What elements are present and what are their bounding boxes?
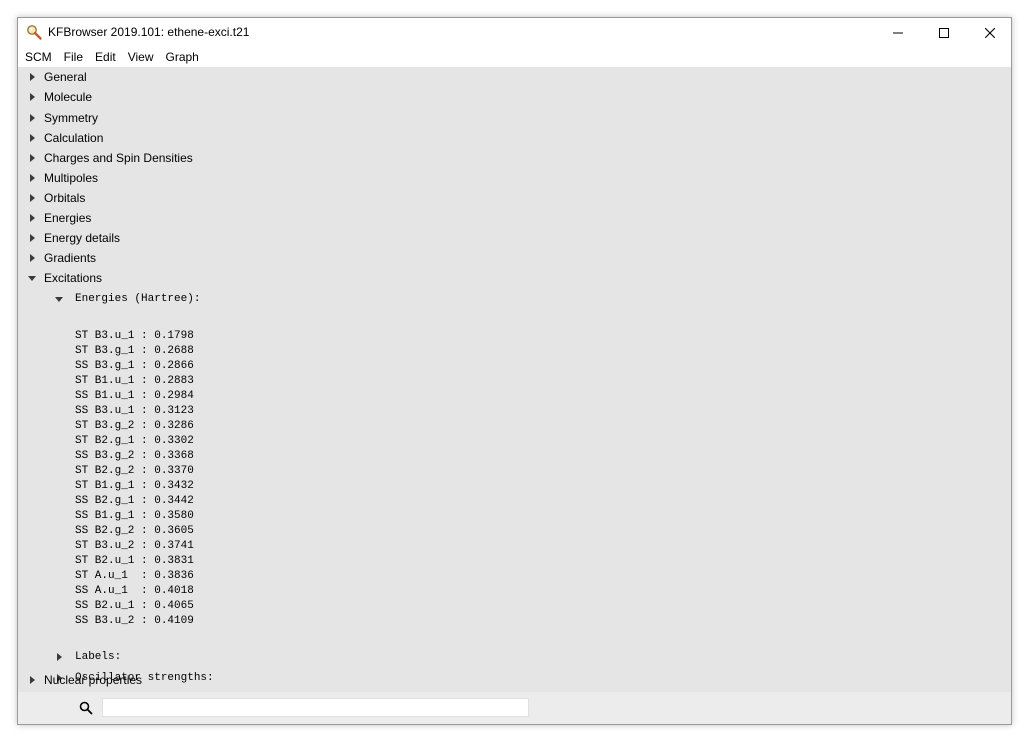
energy-line: SS B3.g_1 : 0.2866 — [75, 360, 194, 372]
tree-item-label: Multipoles — [44, 171, 99, 185]
menu-view[interactable]: View — [122, 47, 160, 67]
tree-item-gradients[interactable]: Gradients — [27, 248, 96, 268]
energy-line: ST B3.g_2 : 0.3286 — [75, 420, 194, 432]
tree-item-molecule[interactable]: Molecule — [27, 87, 92, 107]
energy-line: SS B3.u_2 : 0.4109 — [75, 615, 194, 627]
tree-item-orbitals[interactable]: Orbitals — [27, 188, 85, 208]
tree-item-charges-spin[interactable]: Charges and Spin Densities — [27, 148, 193, 168]
energy-line: SS A.u_1 : 0.4018 — [75, 585, 194, 597]
energy-line: SS B1.g_1 : 0.3580 — [75, 510, 194, 522]
energy-line: ST B1.u_1 : 0.2883 — [75, 375, 194, 387]
tree-item-label: Orbitals — [44, 191, 86, 205]
expand-arrow-icon[interactable] — [27, 173, 37, 183]
window-title: KFBrowser 2019.101: ethene-exci.t21 — [48, 25, 250, 39]
tree-item-general[interactable]: General — [27, 67, 87, 87]
tree-item-symmetry[interactable]: Symmetry — [27, 108, 98, 128]
maximize-button[interactable] — [921, 18, 967, 47]
expand-arrow-icon[interactable] — [27, 675, 37, 685]
menu-scm[interactable]: SCM — [18, 47, 58, 67]
tree-item-label: Symmetry — [44, 111, 98, 125]
expand-arrow-icon[interactable] — [27, 193, 37, 203]
tree-item-label: Molecule — [44, 90, 93, 104]
tree-item-label: General — [44, 70, 87, 84]
tree-item-label: Calculation — [44, 131, 104, 145]
menu-graph[interactable]: Graph — [160, 47, 205, 67]
minimize-icon — [893, 32, 903, 33]
tree-subitem-label: Labels: — [75, 651, 122, 663]
search-input[interactable] — [102, 698, 529, 717]
expand-arrow-icon[interactable] — [27, 72, 37, 82]
expand-arrow-icon[interactable] — [27, 153, 37, 163]
menu-file[interactable]: File — [58, 47, 89, 67]
expand-arrow-icon[interactable] — [27, 213, 37, 223]
tree-item-multipoles[interactable]: Multipoles — [27, 168, 98, 188]
expand-arrow-icon[interactable] — [27, 92, 37, 102]
energy-line: SS B3.u_1 : 0.3123 — [75, 405, 194, 417]
collapse-arrow-icon[interactable] — [54, 294, 64, 304]
maximize-icon — [939, 27, 949, 38]
tree-item-label: Excitations — [44, 271, 103, 285]
minimize-button[interactable] — [875, 18, 921, 47]
tree-subitem-label: Energies (Hartree): — [75, 293, 201, 305]
search-bar — [18, 692, 1011, 724]
close-button[interactable] — [967, 18, 1013, 47]
energy-line: ST B3.g_1 : 0.2688 — [75, 345, 194, 357]
energy-line: SS B1.u_1 : 0.2984 — [75, 390, 194, 402]
app-magnifier-icon — [26, 24, 42, 40]
expand-arrow-icon[interactable] — [54, 652, 64, 662]
tree-item-label: Charges and Spin Densities — [44, 151, 193, 165]
tree-item-energies[interactable]: Energies — [27, 208, 91, 228]
close-icon — [985, 27, 995, 38]
search-icon — [79, 701, 93, 715]
app-window: KFBrowser 2019.101: ethene-exci.t21 SCM … — [17, 17, 1012, 725]
energy-line: SS B2.u_1 : 0.4065 — [75, 600, 194, 612]
tree-view: General Molecule Symmetry Calculation Ch… — [18, 67, 1011, 692]
tree-item-label: Gradients — [44, 251, 97, 265]
tree-item-label: Nuclear properties — [44, 673, 143, 687]
tree-item-label: Energy details — [44, 231, 121, 245]
energy-line: ST B1.g_1 : 0.3432 — [75, 480, 194, 492]
energy-line: ST B3.u_1 : 0.1798 — [75, 330, 194, 342]
expand-arrow-icon[interactable] — [27, 133, 37, 143]
expand-arrow-icon[interactable] — [27, 113, 37, 123]
tree-subitem-energies-hartree[interactable]: Energies (Hartree): — [54, 289, 200, 309]
energy-line: ST A.u_1 : 0.3836 — [75, 570, 194, 582]
tree-item-calculation[interactable]: Calculation — [27, 128, 103, 148]
tree-item-energy-details[interactable]: Energy details — [27, 228, 120, 248]
tree-item-nuclear-properties[interactable]: Nuclear properties — [27, 670, 142, 690]
menu-edit[interactable]: Edit — [89, 47, 122, 67]
energy-line: ST B2.g_1 : 0.3302 — [75, 435, 194, 447]
energy-line: ST B3.u_2 : 0.3741 — [75, 540, 194, 552]
expand-arrow-icon[interactable] — [27, 253, 37, 263]
expand-arrow-icon[interactable] — [27, 233, 37, 243]
energy-line: SS B3.g_2 : 0.3368 — [75, 450, 194, 462]
energy-line: SS B2.g_1 : 0.3442 — [75, 495, 194, 507]
title-bar[interactable]: KFBrowser 2019.101: ethene-exci.t21 — [18, 18, 1011, 47]
tree-subitem-labels[interactable]: Labels: — [54, 647, 121, 667]
energy-line: SS B2.g_2 : 0.3605 — [75, 525, 194, 537]
tree-item-label: Energies — [44, 211, 92, 225]
menu-bar: SCM File Edit View Graph — [18, 47, 1011, 67]
energy-line: ST B2.u_1 : 0.3831 — [75, 555, 194, 567]
energy-line: ST B2.g_2 : 0.3370 — [75, 465, 194, 477]
collapse-arrow-icon[interactable] — [27, 273, 37, 283]
tree-item-excitations[interactable]: Excitations — [27, 268, 102, 288]
